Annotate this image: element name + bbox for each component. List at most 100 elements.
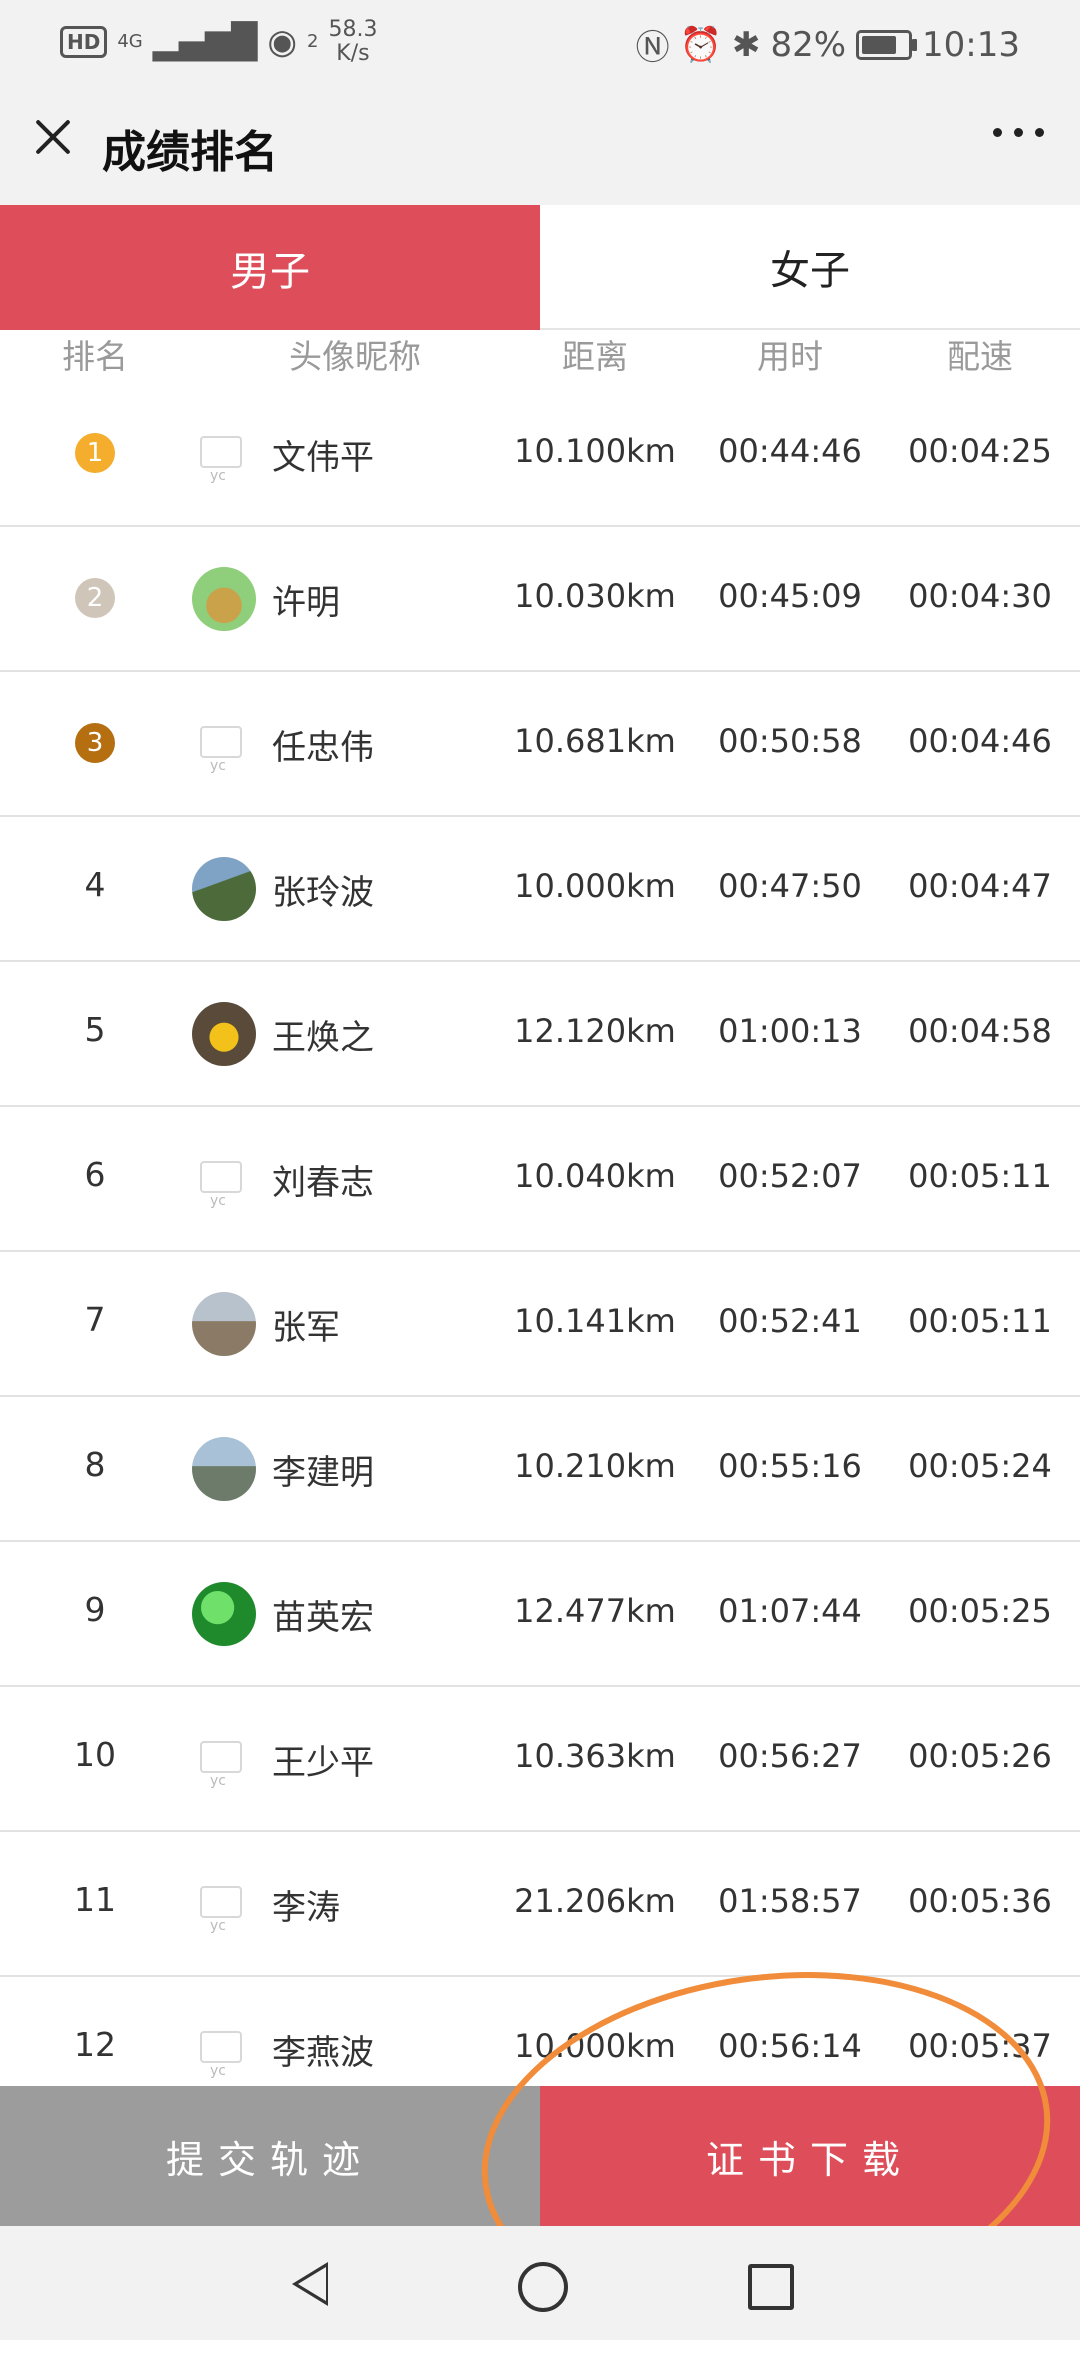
bronze-medal-icon: 3 [75, 723, 115, 763]
runner-name: 李涛 [272, 1888, 340, 1928]
status-left: HD 4G ▂▄▆█ ◉ 2 58.3 K/s [60, 18, 377, 66]
runner-name: 刘春志 [272, 1163, 374, 1203]
table-row[interactable]: 7 张军 10.141km 00:52:41 00:05:11 [0, 1252, 1080, 1397]
distance-cell: 10.363km [514, 1737, 676, 1775]
table-row[interactable]: 11 李涛 21.206km 01:58:57 00:05:36 [0, 1832, 1080, 1977]
back-icon[interactable] [292, 2262, 328, 2306]
time-cell: 00:45:09 [718, 577, 862, 615]
avatar [192, 422, 256, 486]
pace-cell: 00:05:36 [908, 1882, 1052, 1920]
pace-cell: 00:04:25 [908, 432, 1052, 470]
rank-cell: 8 [84, 1445, 106, 1484]
table-row[interactable]: 8 李建明 10.210km 00:55:16 00:05:24 [0, 1397, 1080, 1542]
signal-icon: ▂▄▆█ [152, 22, 258, 62]
avatar [192, 2017, 256, 2081]
table-row[interactable]: 9 苗英宏 12.477km 01:07:44 00:05:25 [0, 1542, 1080, 1687]
column-pace: 配速 [947, 337, 1013, 376]
close-icon[interactable] [28, 112, 78, 162]
avatar [192, 712, 256, 776]
rank-cell: 3 [0, 720, 190, 763]
distance-cell: 10.040km [514, 1157, 676, 1195]
clock: 10:13 [922, 24, 1020, 65]
tab-female[interactable]: 女子 [540, 205, 1080, 330]
runner-name: 任忠伟 [272, 728, 374, 768]
tab-male[interactable]: 男子 [0, 205, 540, 330]
time-cell: 00:56:14 [718, 2027, 862, 2065]
table-row[interactable]: 10 王少平 10.363km 00:56:27 00:05:26 [0, 1687, 1080, 1832]
table-row[interactable]: 6 刘春志 10.040km 00:52:07 00:05:11 [0, 1107, 1080, 1252]
runner-name: 王焕之 [272, 1018, 374, 1058]
distance-cell: 10.210km [514, 1447, 676, 1485]
home-icon[interactable] [518, 2262, 568, 2312]
recent-apps-icon[interactable] [748, 2264, 794, 2310]
rank-cell: 1 [0, 430, 190, 473]
runner-name: 张军 [272, 1308, 340, 1348]
avatar [192, 1002, 256, 1066]
hotspot-icon: ◉ [267, 22, 298, 62]
nfc-icon: Ⓝ [635, 28, 670, 68]
alarm-icon: ⏰ [679, 24, 722, 65]
runner-name: 李建明 [272, 1453, 374, 1493]
rank-cell: 6 [84, 1155, 106, 1194]
rank-cell: 9 [84, 1590, 106, 1629]
avatar [192, 1872, 256, 1936]
column-time: 用时 [757, 337, 823, 376]
rank-cell: 4 [84, 865, 106, 904]
table-row[interactable]: 4 张玲波 10.000km 00:47:50 00:04:47 [0, 817, 1080, 962]
table-row[interactable]: 5 王焕之 12.120km 01:00:13 00:04:58 [0, 962, 1080, 1107]
time-cell: 01:00:13 [718, 1012, 862, 1050]
bottom-action-bar: 提交轨迹 证书下载 [0, 2086, 1080, 2226]
time-cell: 01:58:57 [718, 1882, 862, 1920]
pace-cell: 00:05:37 [908, 2027, 1052, 2065]
time-cell: 00:47:50 [718, 867, 862, 905]
column-distance: 距离 [562, 337, 628, 376]
distance-cell: 10.681km [514, 722, 676, 760]
time-cell: 00:50:58 [718, 722, 862, 760]
time-cell: 00:56:27 [718, 1737, 862, 1775]
distance-cell: 12.477km [514, 1592, 676, 1630]
speed-value: 58.3 [328, 17, 378, 42]
distance-cell: 10.141km [514, 1302, 676, 1340]
ranking-list: 1 文伟平 10.100km 00:44:46 00:04:25 2 许明 10… [0, 382, 1080, 2122]
runner-name: 王少平 [272, 1743, 374, 1783]
status-bar: HD 4G ▂▄▆█ ◉ 2 58.3 K/s Ⓝ ⏰ ✱ 82% 10:13 [0, 0, 1080, 80]
pace-cell: 00:05:11 [908, 1302, 1052, 1340]
avatar [192, 1727, 256, 1791]
time-cell: 00:52:07 [718, 1157, 862, 1195]
time-cell: 00:44:46 [718, 432, 862, 470]
time-cell: 01:07:44 [718, 1592, 862, 1630]
hotspot-count: 2 [307, 31, 319, 52]
pace-cell: 00:05:25 [908, 1592, 1052, 1630]
submit-track-button[interactable]: 提交轨迹 [0, 2086, 540, 2226]
rank-cell: 7 [84, 1300, 106, 1339]
certificate-download-button[interactable]: 证书下载 [540, 2086, 1080, 2226]
pace-cell: 00:05:24 [908, 1447, 1052, 1485]
avatar [192, 567, 256, 631]
avatar [192, 1437, 256, 1501]
time-cell: 00:52:41 [718, 1302, 862, 1340]
pace-cell: 00:04:47 [908, 867, 1052, 905]
runner-name: 苗英宏 [272, 1598, 374, 1638]
more-options-icon[interactable] [993, 128, 1044, 137]
time-cell: 00:55:16 [718, 1447, 862, 1485]
pace-cell: 00:05:26 [908, 1737, 1052, 1775]
runner-name: 文伟平 [272, 438, 374, 478]
table-row[interactable]: 2 许明 10.030km 00:45:09 00:04:30 [0, 527, 1080, 672]
distance-cell: 10.030km [514, 577, 676, 615]
app-header: 成绩排名 [0, 80, 1080, 205]
battery-percent: 82% [770, 24, 847, 65]
table-row[interactable]: 1 文伟平 10.100km 00:44:46 00:04:25 [0, 382, 1080, 527]
column-name: 头像昵称 [289, 337, 421, 376]
column-rank: 排名 [62, 337, 128, 376]
distance-cell: 10.100km [514, 432, 676, 470]
runner-name: 许明 [272, 583, 340, 623]
avatar [192, 1292, 256, 1356]
system-nav-bar [0, 2226, 1080, 2340]
rank-cell: 2 [0, 575, 190, 618]
pace-cell: 00:04:46 [908, 722, 1052, 760]
distance-cell: 21.206km [514, 1882, 676, 1920]
distance-cell: 10.000km [514, 2027, 676, 2065]
table-row[interactable]: 3 任忠伟 10.681km 00:50:58 00:04:46 [0, 672, 1080, 817]
speed-unit: K/s [336, 41, 370, 66]
pace-cell: 00:05:11 [908, 1157, 1052, 1195]
